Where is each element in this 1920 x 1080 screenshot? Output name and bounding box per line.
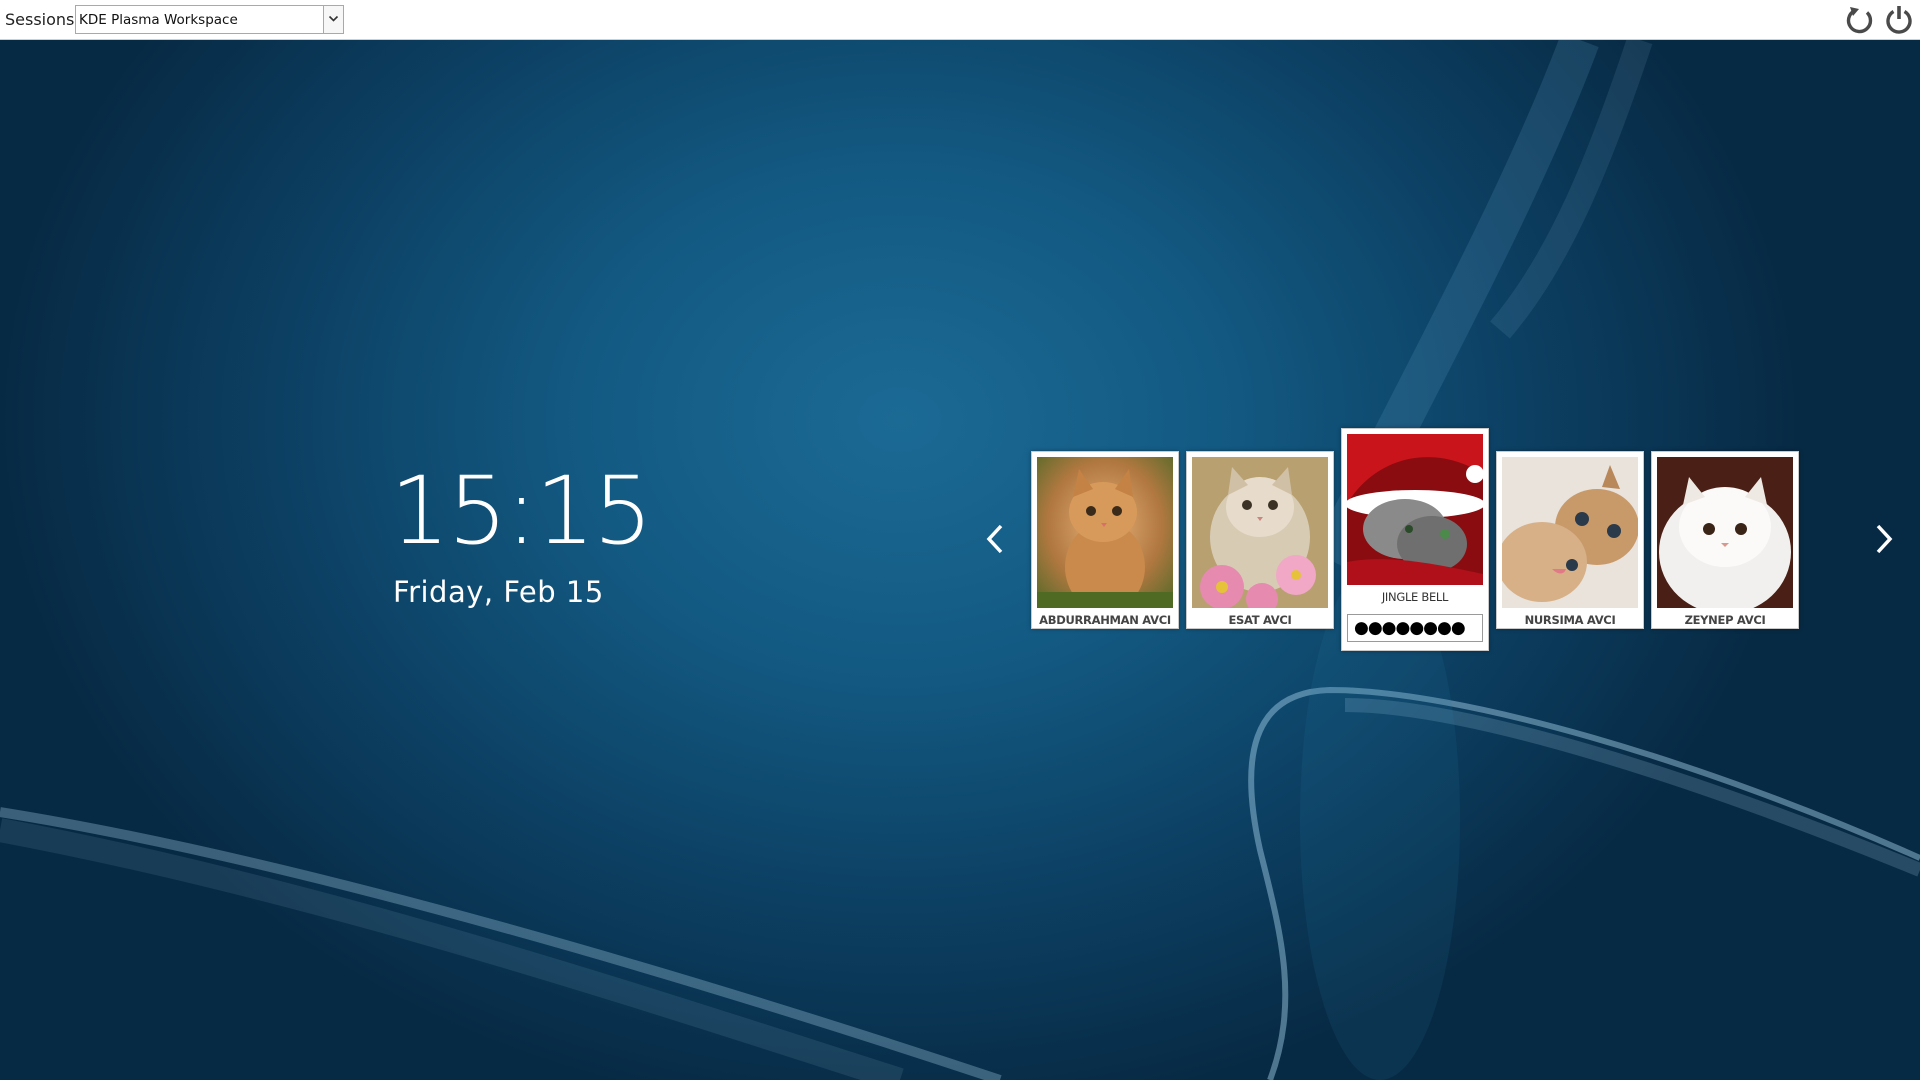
user-name: ABDURRAHMAN AVCI <box>1039 613 1171 627</box>
session-selected-value: KDE Plasma Workspace <box>79 12 238 28</box>
user-card-nursima[interactable]: NURSIMA AVCI <box>1496 451 1644 629</box>
user-avatar <box>1502 457 1638 608</box>
reboot-icon[interactable] <box>1844 4 1876 36</box>
user-avatar <box>1657 457 1793 608</box>
sessions-label: Sessions: <box>5 10 80 29</box>
user-avatar <box>1037 457 1173 608</box>
user-name: JINGLE BELL <box>1381 590 1449 604</box>
user-name: ZEYNEP AVCI <box>1684 613 1766 627</box>
user-name: ESAT AVCI <box>1228 613 1292 627</box>
user-avatar <box>1347 434 1483 585</box>
chevron-left-icon[interactable] <box>981 521 1011 557</box>
top-bar: Sessions: KDE Plasma Workspace <box>0 0 1920 40</box>
user-card-esat[interactable]: ESAT AVCI <box>1186 451 1334 629</box>
user-name: NURSIMA AVCI <box>1524 613 1616 627</box>
user-card-abdurrahman[interactable]: ABDURRAHMAN AVCI <box>1031 451 1179 629</box>
chevron-down-icon[interactable] <box>323 6 343 33</box>
user-card-jingle-bell[interactable]: JINGLE BELL ●●●●●●●● <box>1341 428 1489 651</box>
password-masked-value: ●●●●●●●● <box>1354 618 1466 638</box>
chevron-right-icon[interactable] <box>1868 521 1898 557</box>
clock-date: Friday, Feb 15 <box>393 575 604 609</box>
user-avatar <box>1192 457 1328 608</box>
power-icon[interactable] <box>1883 4 1915 36</box>
user-card-zeynep[interactable]: ZEYNEP AVCI <box>1651 451 1799 629</box>
password-input[interactable]: ●●●●●●●● <box>1347 614 1483 642</box>
session-dropdown[interactable]: KDE Plasma Workspace <box>75 5 344 34</box>
clock-time: 15:15 <box>390 457 653 566</box>
